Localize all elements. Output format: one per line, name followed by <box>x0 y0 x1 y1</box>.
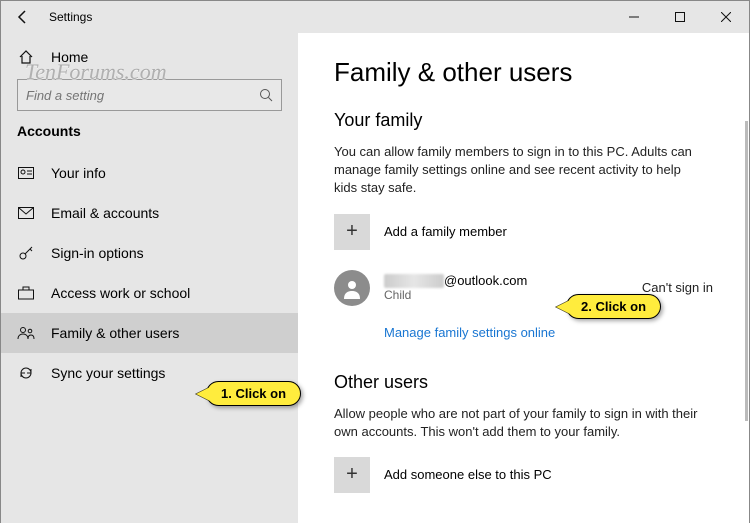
mail-icon <box>17 207 35 219</box>
search-input[interactable] <box>17 79 282 111</box>
avatar-icon <box>334 270 370 306</box>
sidebar-section-label: Accounts <box>1 121 298 153</box>
annotation-callout-2: 2. Click on <box>566 294 661 319</box>
sidebar-item-your-info[interactable]: Your info <box>1 153 298 193</box>
annotation-callout-1: 1. Click on <box>206 381 301 406</box>
sidebar-item-label: Your info <box>51 165 106 181</box>
minimize-button[interactable] <box>611 1 657 33</box>
briefcase-icon <box>17 286 35 300</box>
people-icon <box>17 326 35 340</box>
section-your-family: Your family <box>334 110 713 131</box>
plus-icon: + <box>334 214 370 250</box>
sidebar-home-label: Home <box>51 49 88 65</box>
section-other-users: Other users <box>334 372 713 393</box>
sidebar: Home Accounts Your info Email & accounts… <box>1 33 298 523</box>
sidebar-item-label: Sync your settings <box>51 365 165 381</box>
redacted-name <box>384 274 444 288</box>
sidebar-item-label: Sign-in options <box>51 245 144 261</box>
scrollbar[interactable] <box>745 121 748 421</box>
sidebar-item-label: Access work or school <box>51 285 190 301</box>
member-email: @outlook.com <box>384 273 628 288</box>
member-status: Can't sign in <box>642 280 713 295</box>
back-button[interactable] <box>1 9 45 25</box>
add-family-member-button[interactable]: + Add a family member <box>334 214 713 250</box>
add-family-label: Add a family member <box>384 224 507 239</box>
main-content: Family & other users Your family You can… <box>298 33 749 523</box>
sidebar-item-email-accounts[interactable]: Email & accounts <box>1 193 298 233</box>
other-users-description: Allow people who are not part of your fa… <box>334 405 704 441</box>
manage-family-link[interactable]: Manage family settings online <box>334 325 555 340</box>
sidebar-item-access-work-school[interactable]: Access work or school <box>1 273 298 313</box>
close-button[interactable] <box>703 1 749 33</box>
maximize-button[interactable] <box>657 1 703 33</box>
key-icon <box>17 245 35 261</box>
add-other-user-button[interactable]: + Add someone else to this PC <box>334 457 713 493</box>
search-icon <box>259 88 273 102</box>
sync-icon <box>17 365 35 381</box>
window-title: Settings <box>45 10 611 24</box>
page-title: Family & other users <box>334 57 713 88</box>
home-icon <box>17 49 35 65</box>
sidebar-home[interactable]: Home <box>1 37 298 77</box>
sidebar-item-signin-options[interactable]: Sign-in options <box>1 233 298 273</box>
badge-icon <box>17 167 35 179</box>
sidebar-item-label: Email & accounts <box>51 205 159 221</box>
sidebar-item-label: Family & other users <box>51 325 179 341</box>
titlebar: Settings <box>1 1 749 33</box>
search-field[interactable] <box>26 88 259 103</box>
add-other-label: Add someone else to this PC <box>384 467 552 482</box>
plus-icon: + <box>334 457 370 493</box>
family-description: You can allow family members to sign in … <box>334 143 704 198</box>
sidebar-item-family-other-users[interactable]: Family & other users <box>1 313 298 353</box>
